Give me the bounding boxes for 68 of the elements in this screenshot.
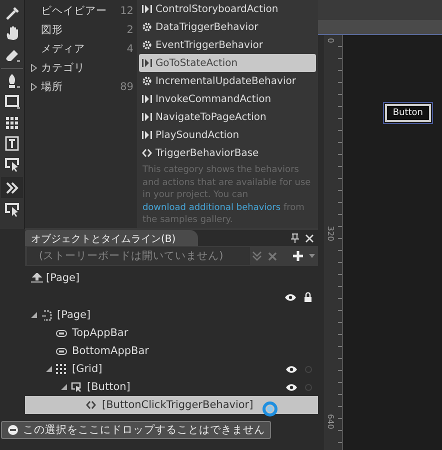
gear-icon <box>142 76 152 86</box>
angle-brackets-icon <box>86 401 96 409</box>
tree-item[interactable]: [Grid] <box>25 360 318 378</box>
pin-icon[interactable] <box>291 233 299 243</box>
double-chevron-icon[interactable] <box>4 180 20 196</box>
eye-icon[interactable] <box>286 366 297 372</box>
category-item[interactable]: ビヘイビアー 12 <box>25 1 138 20</box>
bar-icon <box>56 330 67 336</box>
category-item[interactable]: 図形 2 <box>25 20 138 39</box>
collapse-triangle-icon[interactable] <box>61 384 67 390</box>
category-item[interactable]: 場所 89 <box>25 77 138 96</box>
button-cursor-icon <box>71 382 82 392</box>
behavior-item[interactable]: ControlStoryboardAction <box>139 0 316 18</box>
behavior-item[interactable]: IncrementalUpdateBehavior <box>139 72 316 90</box>
up-arrow-icon[interactable] <box>31 273 43 283</box>
rectangle-icon[interactable] <box>4 92 20 108</box>
storyboard-field[interactable]: (ストーリーボードは開いていません) <box>27 247 250 265</box>
behavior-item[interactable]: EventTriggerBehavior <box>139 36 316 54</box>
tree-item[interactable]: BottomAppBar <box>25 342 318 360</box>
tree-item[interactable]: [ButtonClickTriggerBehavior] <box>25 396 318 414</box>
tree-item[interactable]: [Button] <box>25 378 318 396</box>
drag-cursor-icon <box>262 401 278 417</box>
behavior-item[interactable]: PlaySoundAction <box>139 126 316 144</box>
plus-icon[interactable] <box>293 251 303 261</box>
behavior-item[interactable]: TriggerBehaviorBase <box>139 144 316 162</box>
behavior-item[interactable]: GoToStateAction <box>139 54 316 72</box>
page-icon <box>41 310 52 320</box>
eye-icon <box>285 294 296 300</box>
step-play-icon <box>142 95 152 103</box>
ruler-label: 320 <box>326 226 335 242</box>
button-cursor-icon[interactable] <box>4 200 20 216</box>
gear-icon <box>142 22 152 32</box>
category-item[interactable]: カテゴリ <box>25 58 138 77</box>
ruler-label: 640 <box>326 414 335 430</box>
tree-item[interactable]: [Page] <box>25 306 318 324</box>
behavior-item[interactable]: NavigateToPageAction <box>139 108 316 126</box>
no-entry-icon <box>8 425 18 435</box>
behavior-item[interactable]: InvokeCommandAction <box>139 90 316 108</box>
expand-triangle-icon <box>31 82 37 90</box>
button-cursor-icon[interactable] <box>4 156 20 172</box>
collapse-triangle-icon[interactable] <box>46 366 52 372</box>
expand-triangle-icon <box>31 64 37 72</box>
download-link[interactable]: download additional behaviors <box>142 202 281 212</box>
step-play-icon <box>142 113 152 121</box>
canvas-button[interactable]: Button <box>384 104 431 122</box>
panel-tab[interactable]: オブジェクトとタイムライン(B) <box>25 230 198 246</box>
double-chevron-down-icon[interactable] <box>252 251 262 261</box>
hand-icon[interactable] <box>4 24 20 40</box>
collapse-triangle-icon[interactable] <box>31 312 37 318</box>
grid-icon <box>56 364 66 374</box>
scope-label[interactable]: [Page] <box>46 272 80 284</box>
padlock-icon <box>304 292 312 302</box>
caret-down-icon[interactable] <box>309 254 315 258</box>
gear-icon <box>142 40 152 50</box>
category-item[interactable]: メディア 4 <box>25 39 138 58</box>
ruler-label: 0 <box>326 38 335 44</box>
text-box-icon[interactable] <box>4 134 20 150</box>
behavior-item[interactable]: DataTriggerBehavior <box>139 18 316 36</box>
tree-item[interactable]: TopAppBar <box>25 324 318 342</box>
angle-brackets-icon <box>142 149 152 157</box>
tooltip-text: この選択をここにドロップすることはできません <box>23 423 265 437</box>
step-play-icon <box>142 5 152 13</box>
step-play-icon <box>142 131 152 139</box>
step-play-icon <box>142 59 152 67</box>
lock-toggle-dot-icon[interactable] <box>305 366 312 372</box>
eye-icon[interactable] <box>286 384 297 390</box>
lock-toggle-dot-icon[interactable] <box>305 384 312 390</box>
bar-icon <box>56 348 67 354</box>
